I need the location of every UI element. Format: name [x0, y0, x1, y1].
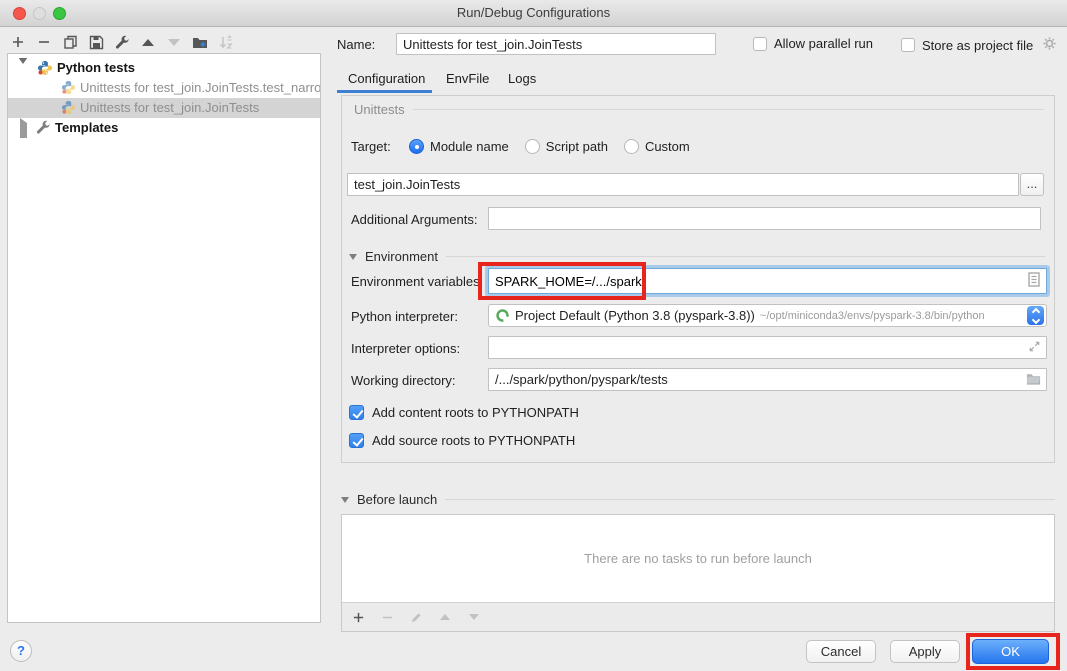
working-directory-field[interactable] — [488, 368, 1047, 391]
radio-label: Script path — [546, 139, 608, 154]
radio-label: Module name — [430, 139, 509, 154]
browse-button[interactable]: ... — [1020, 173, 1044, 196]
name-input[interactable] — [396, 33, 716, 55]
add-content-roots-checkbox[interactable] — [349, 405, 364, 420]
before-launch-section-label: Before launch — [357, 492, 437, 507]
interpreter-options-input[interactable] — [488, 336, 1047, 359]
tree-item-label: Templates — [55, 120, 118, 135]
add-content-roots-option[interactable]: Add content roots to PYTHONPATH — [349, 405, 579, 420]
target-custom-option[interactable]: Custom — [624, 139, 690, 154]
browse-variables-icon[interactable] — [1028, 272, 1040, 290]
radio-custom[interactable] — [624, 139, 639, 154]
unittests-group-title: Unittests — [354, 102, 405, 117]
working-directory-label: Working directory: — [351, 373, 456, 388]
python-test-icon — [61, 100, 77, 116]
interpreter-value: Project Default (Python 3.8 (pyspark-3.8… — [515, 308, 755, 323]
target-module-input[interactable] — [347, 173, 1019, 196]
tree-item-python-tests[interactable]: Python tests — [8, 58, 320, 78]
environment-variables-field[interactable] — [488, 268, 1047, 294]
additional-arguments-label: Additional Arguments: — [351, 212, 477, 227]
move-task-down-icon[interactable] — [466, 609, 482, 625]
new-folder-icon[interactable] — [192, 34, 208, 50]
remove-configuration-icon[interactable] — [36, 34, 52, 50]
conda-environment-icon — [495, 308, 510, 323]
tree-item-templates[interactable]: Templates — [8, 118, 320, 138]
templates-wrench-icon — [36, 120, 52, 136]
name-label: Name: — [337, 37, 375, 52]
allow-parallel-run-checkbox[interactable] — [753, 37, 767, 51]
interpreter-options-label: Interpreter options: — [351, 341, 460, 356]
allow-parallel-run-option[interactable]: Allow parallel run — [753, 36, 873, 51]
python-interpreter-select[interactable]: Project Default (Python 3.8 (pyspark-3.8… — [488, 304, 1047, 327]
expand-field-icon[interactable] — [1028, 340, 1041, 356]
tab-envfile[interactable]: EnvFile — [446, 68, 489, 90]
gear-icon[interactable] — [1042, 36, 1057, 54]
working-directory-input[interactable] — [488, 368, 1047, 391]
before-launch-empty-text: There are no tasks to run before launch — [584, 551, 812, 566]
store-as-project-file-label: Store as project file — [922, 38, 1033, 53]
separator-line — [413, 109, 1044, 110]
chevron-down-icon[interactable] — [18, 64, 28, 78]
store-as-project-file-checkbox[interactable] — [901, 38, 915, 52]
separator-line — [446, 256, 1045, 257]
sort-alphabetically-icon[interactable] — [218, 34, 234, 50]
tree-item-label: Python tests — [57, 60, 135, 75]
allow-parallel-run-label: Allow parallel run — [774, 36, 873, 51]
separator-line — [445, 499, 1055, 500]
python-tests-icon — [37, 60, 53, 76]
help-button[interactable]: ? — [10, 640, 32, 662]
title-bar: Run/Debug Configurations — [0, 0, 1067, 27]
target-label: Target: — [351, 139, 403, 154]
edit-task-pencil-icon[interactable] — [408, 609, 424, 625]
add-source-roots-checkbox[interactable] — [349, 433, 364, 448]
radio-module-name[interactable] — [409, 139, 424, 154]
additional-arguments-input[interactable] — [488, 207, 1041, 230]
chevron-right-icon[interactable] — [20, 123, 27, 138]
radio-script-path[interactable] — [525, 139, 540, 154]
move-task-up-icon[interactable] — [437, 609, 453, 625]
apply-button[interactable]: Apply — [890, 640, 960, 663]
active-tab-indicator — [337, 90, 432, 93]
save-configuration-icon[interactable] — [88, 34, 104, 50]
window-title: Run/Debug Configurations — [0, 5, 1067, 20]
remove-task-icon[interactable] — [379, 609, 395, 625]
unittests-group: Unittests Target: Module name Script pat… — [341, 95, 1055, 463]
store-as-project-file-option[interactable]: Store as project file — [901, 36, 1057, 54]
dropdown-stepper-icon[interactable] — [1027, 306, 1044, 325]
add-source-roots-option[interactable]: Add source roots to PYTHONPATH — [349, 433, 575, 448]
environment-variables-label: Environment variables: — [351, 274, 483, 289]
target-script-path-option[interactable]: Script path — [525, 139, 608, 154]
add-task-icon[interactable] — [350, 609, 366, 625]
before-launch-panel: There are no tasks to run before launch — [341, 514, 1055, 632]
add-configuration-icon[interactable] — [10, 34, 26, 50]
edit-templates-wrench-icon[interactable] — [114, 34, 130, 50]
python-interpreter-label: Python interpreter: — [351, 309, 458, 324]
environment-variables-input[interactable] — [489, 269, 1028, 293]
move-up-icon[interactable] — [140, 34, 156, 50]
target-module-name-option[interactable]: Module name — [409, 139, 509, 154]
move-down-icon[interactable] — [166, 34, 182, 50]
configurations-tree: Python tests Unittests for test_join.Joi… — [7, 53, 321, 623]
configurations-toolbar — [10, 31, 234, 53]
tree-item-label: Unittests for test_join.JoinTests — [80, 100, 259, 115]
tab-logs[interactable]: Logs — [508, 68, 536, 90]
python-test-icon — [61, 80, 77, 96]
collapse-environment-icon[interactable] — [349, 254, 357, 260]
ok-button[interactable]: OK — [972, 639, 1049, 664]
add-source-roots-label: Add source roots to PYTHONPATH — [372, 433, 575, 448]
tab-configuration[interactable]: Configuration — [348, 68, 425, 90]
tree-item-label: Unittests for test_join.JoinTests.test_n… — [80, 80, 320, 95]
collapse-before-launch-icon[interactable] — [341, 497, 349, 503]
copy-configuration-icon[interactable] — [62, 34, 78, 50]
before-launch-toolbar — [342, 602, 1054, 631]
radio-label: Custom — [645, 139, 690, 154]
environment-section-label: Environment — [365, 249, 438, 264]
cancel-button[interactable]: Cancel — [806, 640, 876, 663]
interpreter-options-field[interactable] — [488, 336, 1047, 359]
add-content-roots-label: Add content roots to PYTHONPATH — [372, 405, 579, 420]
interpreter-path: ~/opt/miniconda3/envs/pyspark-3.8/bin/py… — [760, 310, 1027, 322]
tree-item-unittest-jointests-selected[interactable]: Unittests for test_join.JoinTests — [8, 98, 320, 118]
folder-icon[interactable] — [1026, 372, 1041, 388]
tree-item-unittest-narrow[interactable]: Unittests for test_join.JoinTests.test_n… — [8, 78, 320, 98]
